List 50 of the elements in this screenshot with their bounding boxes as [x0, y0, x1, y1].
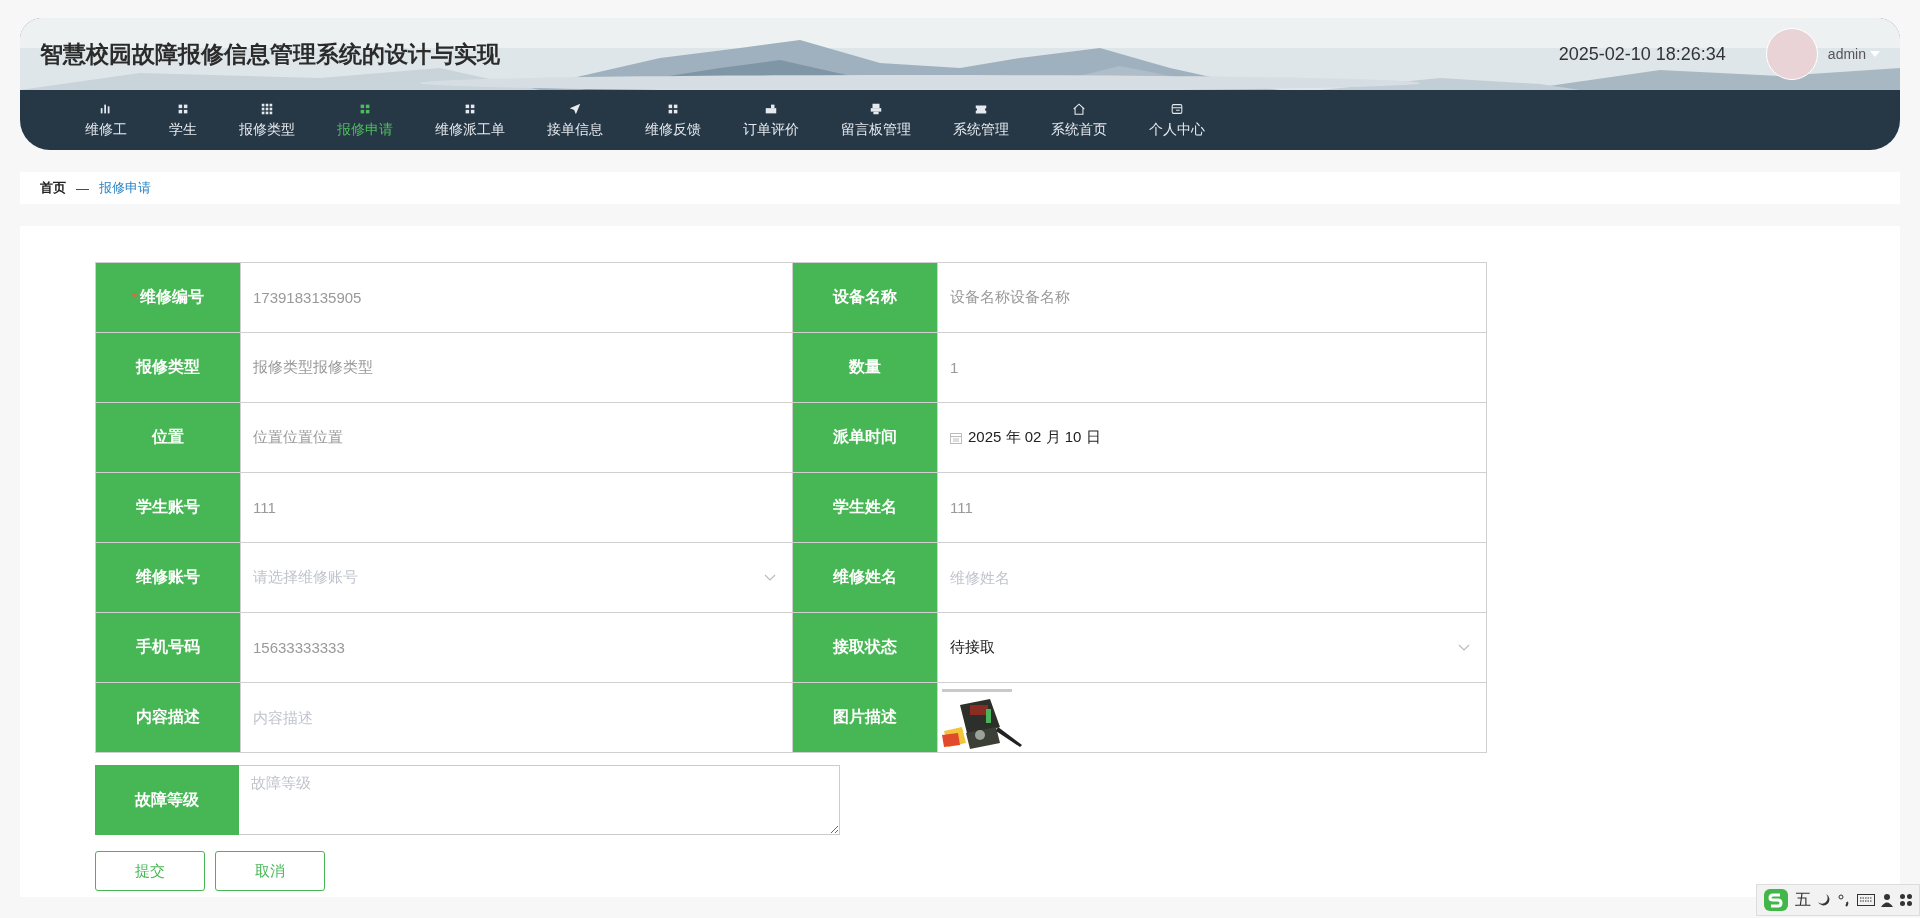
user-menu[interactable]: admin — [1827, 46, 1880, 62]
breadcrumb-home[interactable]: 首页 — [40, 179, 66, 197]
nav-item[interactable]: 系统首页 — [1030, 90, 1128, 150]
person-icon[interactable] — [1881, 893, 1893, 907]
field-label: 学生账号 — [96, 473, 240, 542]
nav-item[interactable]: 报修申请 — [316, 90, 414, 150]
field-label: 故障等级 — [95, 765, 239, 835]
printer-icon — [869, 101, 883, 116]
field-label: 接取状态 — [793, 613, 937, 682]
apps-icon[interactable] — [1899, 893, 1913, 907]
nav-item[interactable]: 维修工 — [64, 90, 148, 150]
ime-logo-icon[interactable] — [1763, 888, 1789, 912]
keyboard-icon[interactable] — [1857, 894, 1875, 906]
datetime: 2025-02-10 18:26:34 — [1558, 43, 1726, 65]
field-label: 数量 — [793, 333, 937, 402]
field-label: * 维修编号 — [96, 263, 240, 332]
field-label: 内容描述 — [96, 683, 240, 752]
calendar-icon — [950, 431, 962, 444]
nav-item[interactable]: 个人中心 — [1128, 90, 1226, 150]
nav-item[interactable]: 维修反馈 — [624, 90, 722, 150]
field-label: 设备名称 — [793, 263, 937, 332]
window-icon — [1170, 101, 1184, 116]
send-icon — [568, 101, 582, 116]
breadcrumb-current: 报修申请 — [99, 179, 151, 197]
nav-item[interactable]: 订单评价 — [722, 90, 820, 150]
nav-item[interactable]: 维修派工单 — [414, 90, 526, 150]
chevron-icon — [1458, 644, 1470, 651]
punctuation-icon[interactable] — [1837, 893, 1851, 907]
field-label: 图片描述 — [793, 683, 937, 752]
nav-item[interactable]: 留言板管理 — [820, 90, 932, 150]
grid-icon — [260, 101, 274, 116]
moon-icon[interactable] — [1817, 893, 1831, 907]
chevron-icon — [764, 574, 776, 581]
home-icon — [1072, 101, 1086, 116]
field-label: 维修账号 — [96, 543, 240, 612]
field-label: 位置 — [96, 403, 240, 472]
field-label: 手机号码 — [96, 613, 240, 682]
nav-item[interactable]: 系统管理 — [932, 90, 1030, 150]
nav-item[interactable]: 报修类型 — [218, 90, 316, 150]
textarea-field[interactable]: 故障等级 — [239, 765, 840, 835]
field-label: 维修姓名 — [793, 543, 937, 612]
caret-icon — [1870, 51, 1880, 57]
system-title: 智慧校园故障报修信息管理系统的设计与实现 — [40, 39, 501, 69]
breadcrumb-separator: — — [76, 180, 89, 196]
nav-item[interactable]: 接单信息 — [526, 90, 624, 150]
field-label: 学生姓名 — [793, 473, 937, 542]
field-label: 派单时间 — [793, 403, 937, 472]
field-label: 报修类型 — [96, 333, 240, 402]
nav-item[interactable]: 学生 — [148, 90, 218, 150]
input-mode[interactable]: 五 — [1795, 889, 1811, 911]
